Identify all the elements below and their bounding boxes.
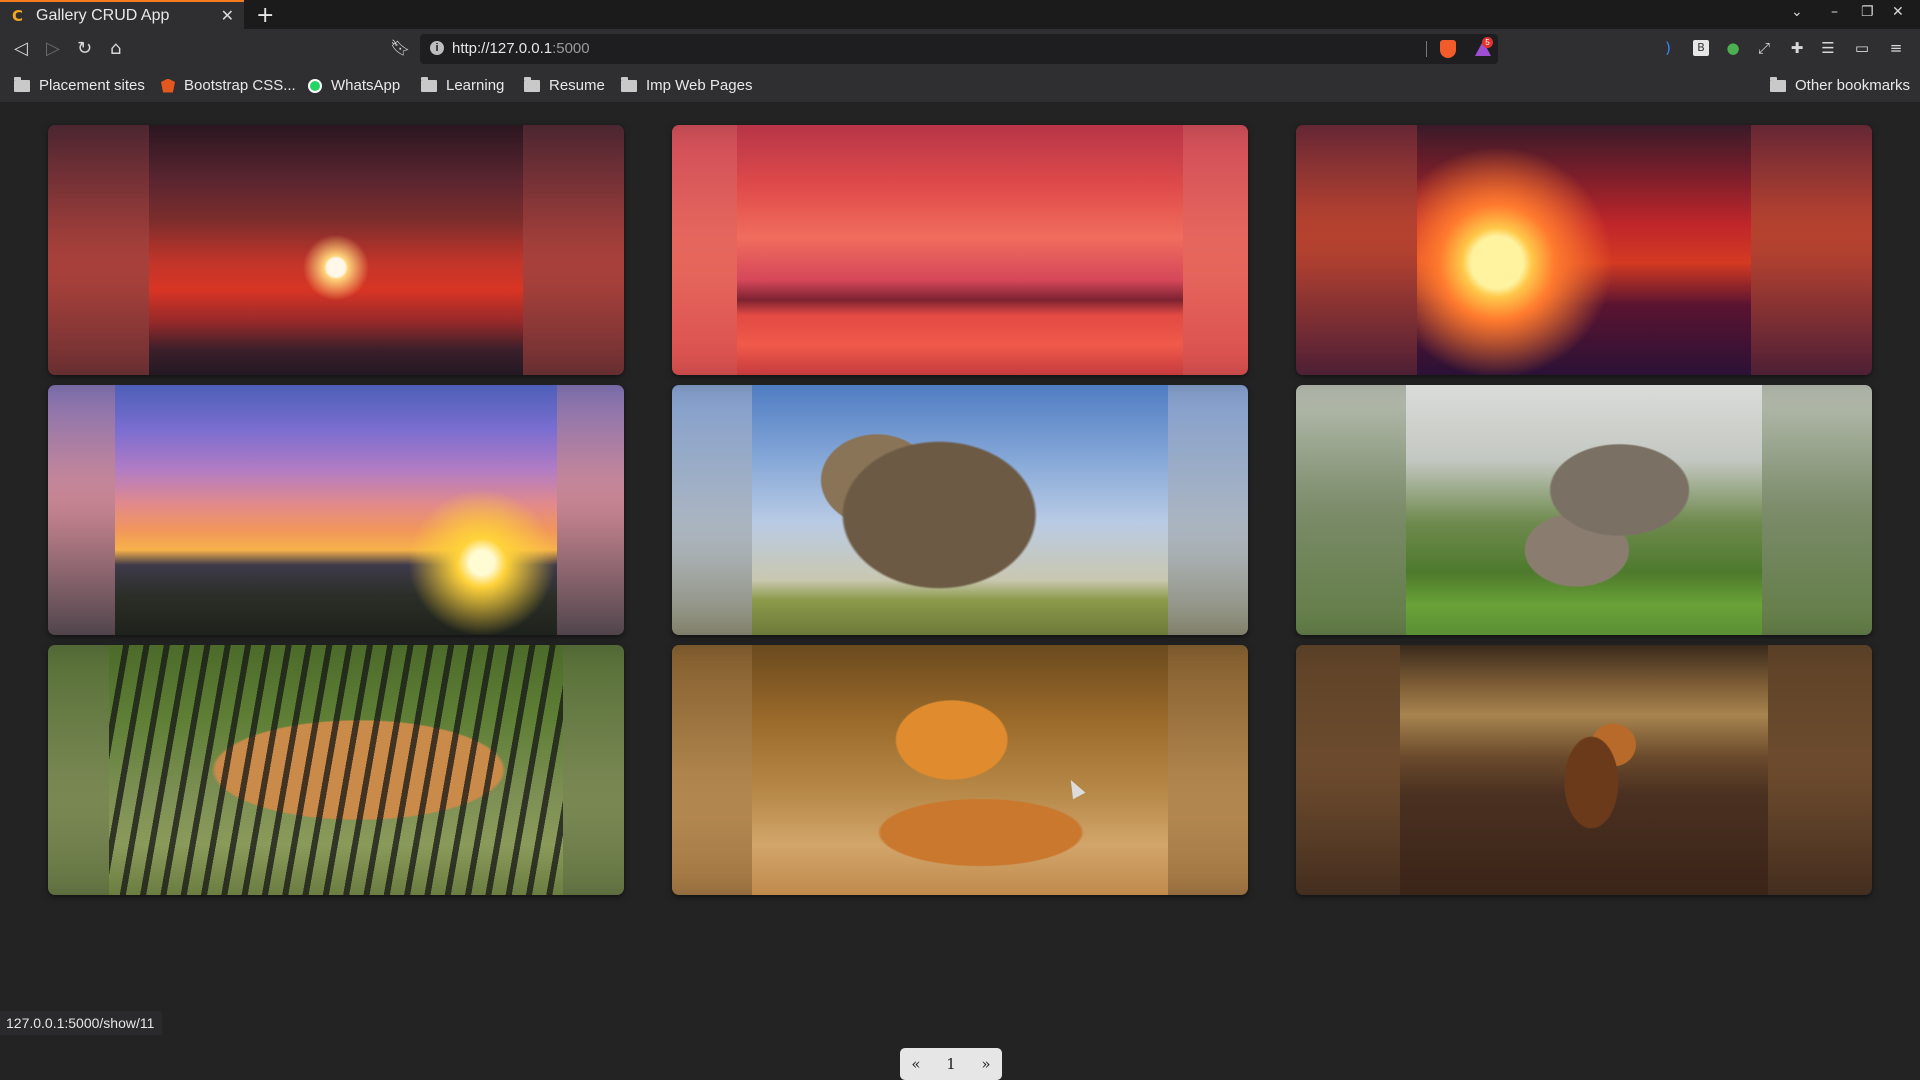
folder-icon	[14, 76, 30, 92]
minimize-button[interactable]: –	[1831, 4, 1838, 20]
gallery-card-lion-walking[interactable]	[1296, 645, 1872, 895]
extension-globe-icon[interactable]: ●	[1725, 40, 1741, 56]
tab-list-chevron-icon[interactable]: ⌄	[1791, 4, 1803, 20]
tab-close-button[interactable]: ✕	[221, 6, 234, 25]
tab-strip: C Gallery CRUD App ✕ + ⌄ – ❐ ✕	[0, 0, 1920, 29]
back-button[interactable]: ◁	[14, 38, 28, 59]
url-text[interactable]: http://127.0.0.1:5000	[452, 40, 590, 57]
gallery-image[interactable]	[115, 385, 557, 635]
extension-arrow-icon[interactable]: ⤢	[1756, 40, 1772, 56]
gallery-image[interactable]	[1417, 125, 1751, 375]
reload-button[interactable]: ↻	[77, 38, 92, 59]
pagination-page-1[interactable]: 1	[932, 1048, 970, 1080]
pagination: « 1 »	[900, 1048, 1002, 1080]
gallery-card-elephant-mother-calf[interactable]	[1296, 385, 1872, 635]
gallery-card-tiger-roaring[interactable]	[672, 645, 1248, 895]
bookmark-placement-sites[interactable]: Placement sites	[14, 76, 145, 94]
wallet-icon[interactable]: ▭	[1854, 40, 1870, 56]
pagination-next-button[interactable]: »	[970, 1048, 1002, 1080]
url-port: :5000	[552, 40, 590, 57]
gallery-image[interactable]	[1406, 385, 1762, 635]
other-bookmarks[interactable]: Other bookmarks	[1770, 76, 1911, 94]
reading-list-icon[interactable]: ☰	[1820, 40, 1836, 56]
tab-active[interactable]: C Gallery CRUD App ✕	[0, 0, 244, 29]
bookmark-imp-web-pages[interactable]: Imp Web Pages	[621, 76, 753, 94]
bookmark-label: Placement sites	[39, 77, 145, 94]
url-host: http://127.0.0.1	[452, 40, 553, 57]
gallery-image[interactable]	[149, 125, 523, 375]
gallery-image[interactable]	[752, 645, 1168, 895]
bookmark-whatsapp[interactable]: WhatsApp	[308, 77, 400, 94]
brave-shields-icon[interactable]	[1440, 40, 1456, 58]
gallery-card-elephant-tusks[interactable]	[672, 385, 1248, 635]
gallery-card-sunset-clouds[interactable]	[48, 125, 624, 375]
home-button[interactable]: ⌂	[110, 38, 121, 59]
gallery-image[interactable]	[752, 385, 1168, 635]
address-bar[interactable]: i http://127.0.0.1:5000 5	[420, 34, 1498, 64]
extensions-puzzle-icon[interactable]: ✚	[1789, 40, 1805, 56]
bookmark-label: Learning	[446, 77, 505, 94]
menu-icon[interactable]: ≡	[1888, 40, 1904, 56]
bookmark-label: Imp Web Pages	[646, 77, 753, 94]
bookmark-label: WhatsApp	[331, 77, 401, 94]
whatsapp-icon	[308, 78, 322, 93]
gallery-image[interactable]	[737, 125, 1183, 375]
folder-icon	[621, 76, 637, 92]
site-info-icon[interactable]: i	[430, 41, 444, 55]
extension-wave-icon[interactable]: )	[1660, 40, 1676, 56]
bookmark-bootstrap-css[interactable]: Bootstrap CSS...	[161, 77, 296, 94]
navigation-toolbar: ◁ ▷ ↻ ⌂ 🔖︎ i http://127.0.0.1:5000 5 ) B…	[0, 29, 1920, 71]
site-favicon-icon: C	[12, 6, 24, 25]
gallery-page: « 1 »	[0, 102, 1920, 1080]
pagination-prev-button[interactable]: «	[900, 1048, 932, 1080]
bookmark-resume[interactable]: Resume	[524, 76, 605, 94]
gallery-card-tiger-walking[interactable]	[48, 645, 624, 895]
close-window-button[interactable]: ✕	[1892, 4, 1904, 20]
extension-b-icon[interactable]: B	[1693, 40, 1709, 56]
gallery-card-sunset-hills[interactable]	[48, 385, 624, 635]
link-status-bar: 127.0.0.1:5000/show/11	[0, 1011, 163, 1035]
bookmark-label: Other bookmarks	[1795, 77, 1911, 94]
folder-icon	[421, 76, 437, 92]
gallery-image[interactable]	[109, 645, 563, 895]
folder-icon	[1770, 76, 1786, 92]
urlbar-divider	[1426, 41, 1427, 57]
bookmarks-bar: Placement sites Bootstrap CSS... WhatsAp…	[0, 71, 1920, 103]
restore-button[interactable]: ❐	[1861, 4, 1874, 20]
bookmark-learning[interactable]: Learning	[421, 76, 505, 94]
bookmark-label: Resume	[549, 77, 605, 94]
rewards-badge: 5	[1482, 37, 1493, 48]
bookmark-label: Bootstrap CSS...	[184, 77, 296, 94]
bootstrap-icon	[161, 78, 175, 93]
tab-title: Gallery CRUD App	[36, 6, 170, 24]
new-tab-button[interactable]: +	[256, 3, 274, 28]
gallery-image[interactable]	[1400, 645, 1768, 895]
forward-button[interactable]: ▷	[46, 38, 60, 59]
bookmark-page-icon[interactable]: 🔖︎	[390, 38, 410, 57]
gallery-card-red-sky-sea[interactable]	[672, 125, 1248, 375]
gallery-card-sunset-grass[interactable]	[1296, 125, 1872, 375]
folder-icon	[524, 76, 540, 92]
